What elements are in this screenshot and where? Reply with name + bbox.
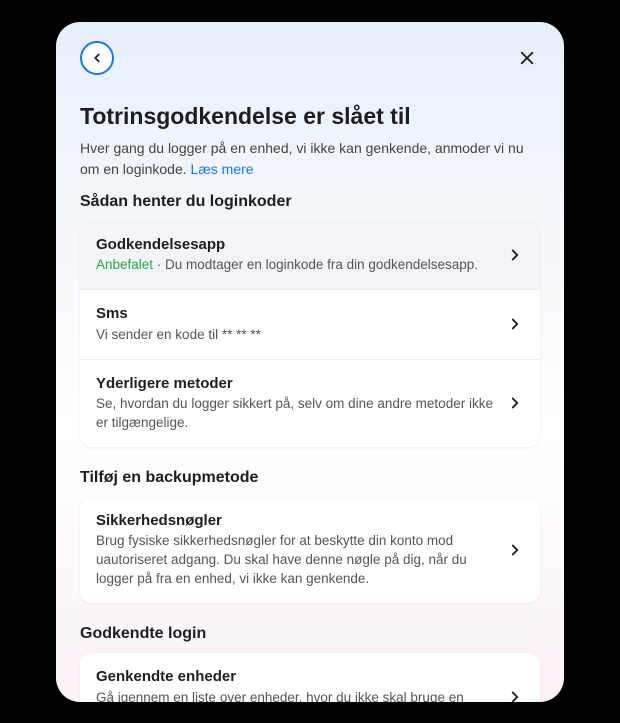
backup-security-keys[interactable]: Sikkerhedsnøgler Brug fysiske sikkerheds… [80,497,540,603]
chevron-right-icon [506,246,524,264]
card-title: Genkendte enheder [96,667,496,687]
page-title: Totrinsgodkendelse er slået til [80,102,540,131]
section-heading-backup: Tilføj en backupmetode [80,469,540,487]
section-heading-methods: Sådan henter du loginkoder [80,193,540,211]
card-title: Godkendelsesapp [96,235,496,255]
recommended-badge: Anbefalet [96,257,153,272]
card-title: Sikkerhedsnøgler [96,511,496,531]
chevron-left-icon [90,51,104,65]
card-desc: Vi sender en kode til ** ** ** [96,326,496,345]
card-desc: Brug fysiske sikkerhedsnøgler for at bes… [96,532,496,589]
chevron-right-icon [506,315,524,333]
subtitle-text: Hver gang du logger på en enhed, vi ikke… [80,140,524,176]
card-title: Sms [96,304,496,324]
learn-more-link[interactable]: Læs mere [191,161,254,177]
method-authenticator-app[interactable]: GodkendelsesappAnbefalet · Du modtager e… [80,221,540,290]
close-button[interactable] [514,45,540,71]
chevron-right-icon [506,394,524,412]
chevron-right-icon [506,688,524,702]
backup-list: Sikkerhedsnøgler Brug fysiske sikkerheds… [80,497,540,603]
methods-list: GodkendelsesappAnbefalet · Du modtager e… [80,221,540,447]
card-title: Yderligere metoder [96,374,496,394]
method-additional[interactable]: Yderligere metoderSe, hvordan du logger … [80,360,540,447]
card-desc: Gå igennem en liste over enheder, hvor d… [96,689,496,702]
approved-list: Genkendte enheder Gå igennem en liste ov… [80,653,540,701]
chevron-right-icon [506,541,524,559]
card-desc: Anbefalet · Du modtager en loginkode fra… [96,256,496,275]
method-sms[interactable]: Sms Vi sender en kode til ** ** ** [80,290,540,359]
settings-dialog: Totrinsgodkendelse er slået til Hver gan… [56,22,564,702]
section-heading-approved: Godkendte login [80,625,540,643]
close-icon [518,49,536,67]
back-button[interactable] [80,41,114,75]
page-subtitle: Hver gang du logger på en enhed, vi ikke… [80,138,540,179]
approved-recognized-devices[interactable]: Genkendte enheder Gå igennem en liste ov… [80,653,540,701]
dialog-header [80,40,540,76]
card-desc: Se, hvordan du logger sikkert på, selv o… [96,395,496,433]
